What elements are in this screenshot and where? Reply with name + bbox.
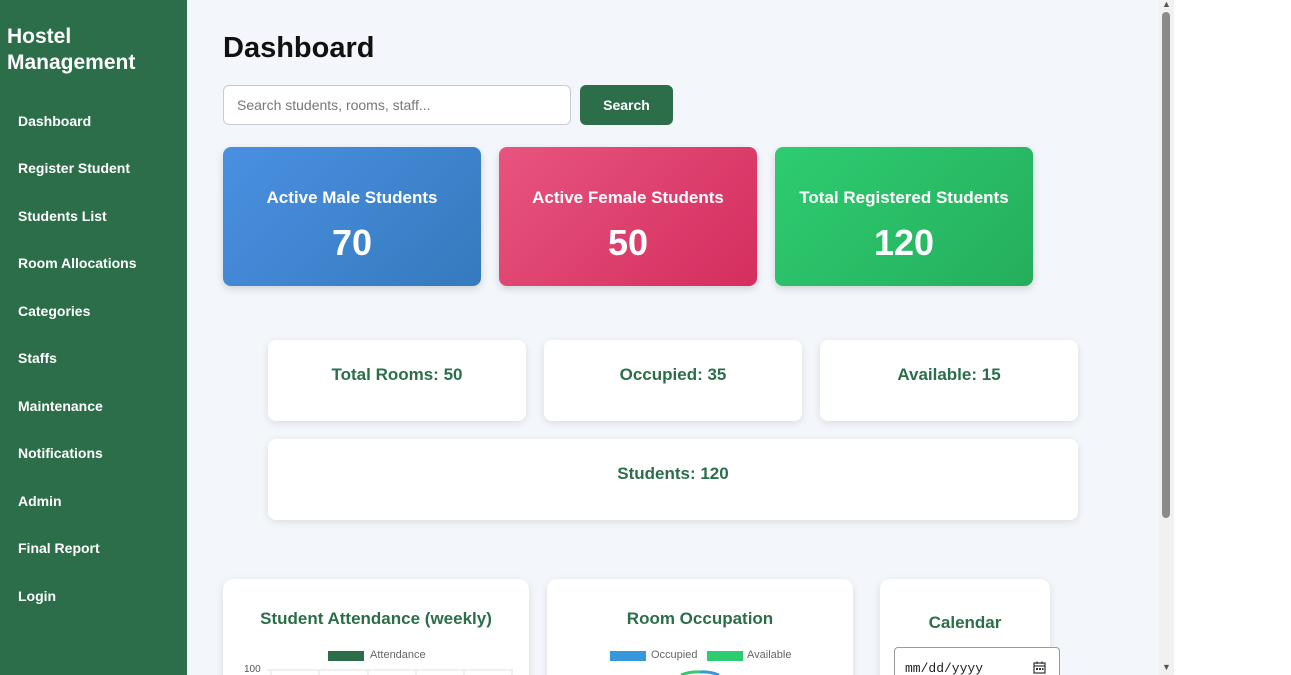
stat-value-male: 70: [331, 222, 373, 263]
nav-item-categories[interactable]: Categories: [18, 303, 90, 319]
stat-card-total: Total Registered Students 120: [775, 147, 1033, 286]
vertical-scrollbar[interactable]: ▲ ▼: [1159, 0, 1174, 675]
nav-item-room-allocations[interactable]: Room Allocations: [18, 255, 137, 271]
search-button[interactable]: Search: [580, 85, 673, 125]
scrollbar-thumb[interactable]: [1162, 12, 1170, 518]
scroll-down-arrow-icon[interactable]: ▼: [1162, 663, 1171, 672]
stat-label-male: Active Male Students: [266, 188, 438, 207]
search-input[interactable]: [223, 85, 571, 125]
room-card-occupied: Occupied: 35: [544, 340, 802, 421]
scroll-up-arrow-icon[interactable]: ▲: [1162, 0, 1171, 9]
sidebar: Hostel Management Dashboard Register Stu…: [0, 0, 187, 675]
room-available-label: Available: 15: [897, 365, 1001, 384]
room-occupied-label: Occupied: 35: [619, 365, 727, 384]
nav-item-notifications[interactable]: Notifications: [18, 445, 103, 461]
stat-label-total: Total Registered Students: [799, 188, 1009, 207]
calendar-title: Calendar: [928, 613, 1002, 632]
nav-item-register-student[interactable]: Register Student: [18, 160, 130, 176]
page-title: Dashboard: [223, 32, 375, 64]
nav-item-staffs[interactable]: Staffs: [18, 350, 57, 366]
calendar-icon[interactable]: [1033, 661, 1046, 674]
stat-value-total: 120: [873, 222, 935, 263]
stat-card-female: Active Female Students 50: [499, 147, 757, 286]
nav-item-login[interactable]: Login: [18, 588, 56, 604]
occupation-pie-chart: [680, 670, 720, 675]
attendance-chart-panel: Student Attendance (weekly) Attendance 1…: [223, 579, 529, 675]
room-students-label: Students: 120: [617, 464, 729, 483]
nav-item-final-report[interactable]: Final Report: [18, 540, 100, 556]
nav-item-maintenance[interactable]: Maintenance: [18, 398, 103, 414]
occupation-chart-panel: Room Occupation Occupied Available: [547, 579, 853, 675]
nav-item-dashboard[interactable]: Dashboard: [18, 113, 91, 129]
room-total-label: Total Rooms: 50: [331, 365, 463, 384]
stat-card-male: Active Male Students 70: [223, 147, 481, 286]
room-card-total: Total Rooms: 50: [268, 340, 526, 421]
date-placeholder: mm/dd/yyyy: [905, 661, 984, 675]
calendar-panel: Calendar mm/dd/yyyy: [880, 579, 1060, 675]
nav-item-students-list[interactable]: Students List: [18, 208, 107, 224]
nav-item-admin[interactable]: Admin: [18, 493, 62, 509]
attendance-chart-grid: [267, 669, 513, 675]
room-card-available: Available: 15: [820, 340, 1078, 421]
app-title: Hostel Management: [7, 25, 136, 74]
stat-value-female: 50: [607, 222, 649, 263]
calendar-date-input[interactable]: mm/dd/yyyy: [894, 647, 1060, 675]
main-content: Dashboard Search Active Male Students 70…: [187, 0, 1159, 675]
room-card-students: Students: 120: [268, 439, 1078, 520]
stat-label-female: Active Female Students: [532, 188, 724, 207]
